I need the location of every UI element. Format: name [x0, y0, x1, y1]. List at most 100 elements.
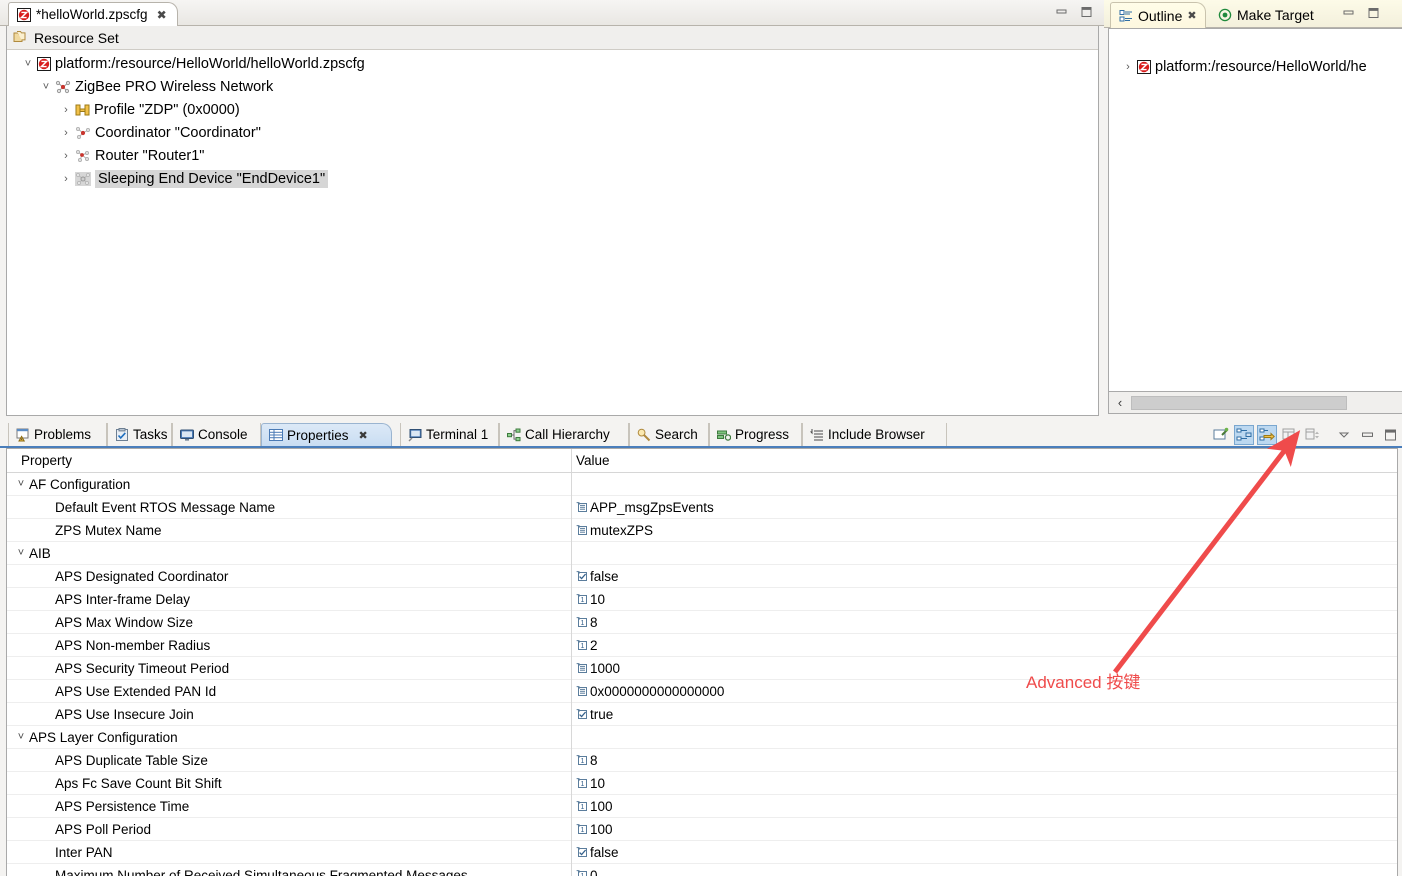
property-row[interactable]: Default Event RTOS Message Name APP_msgZp… [7, 495, 1397, 519]
view-menu-icon[interactable] [1334, 425, 1354, 445]
editor-tab-zpscfg[interactable]: *helloWorld.zpscfg ✖ [8, 2, 178, 26]
property-group-row[interactable]: ˅ AF Configuration [7, 472, 1397, 496]
close-icon[interactable]: ✖ [359, 429, 368, 442]
column-header-value[interactable]: Value [572, 453, 1397, 468]
property-name-cell[interactable]: APS Duplicate Table Size [7, 753, 571, 768]
scrollbar-thumb[interactable] [1131, 395, 1347, 410]
property-name-cell[interactable]: ˅ APS Layer Configuration [7, 730, 571, 745]
property-name-cell[interactable]: Maximum Number of Received Simultaneous … [7, 868, 571, 876]
restore-default-value-icon[interactable] [1280, 425, 1300, 445]
property-row[interactable]: Aps Fc Save Count Bit Shift 1 10 [7, 771, 1397, 795]
property-name-cell[interactable]: ˅ AIB [7, 546, 571, 561]
outline-row-platform-resource[interactable]: › platform:/resource/HelloWorld/he [1109, 55, 1402, 79]
property-value-cell[interactable]: mutexZPS [572, 523, 1397, 538]
property-name-cell[interactable]: APS Max Window Size [7, 615, 571, 630]
property-value-cell[interactable]: 1 10 [572, 776, 1397, 791]
property-name-cell[interactable]: APS Security Timeout Period [7, 661, 571, 676]
tab-properties[interactable]: Properties ✖ [261, 423, 392, 446]
close-icon[interactable]: ✖ [1187, 9, 1196, 22]
tab-call-hierarchy[interactable]: Call Hierarchy [499, 423, 629, 446]
property-value-cell[interactable]: 12 [572, 638, 1397, 653]
tab-outline[interactable]: Outline ✖ [1110, 2, 1206, 28]
property-row[interactable]: APS Duplicate Table Size 1 8 [7, 748, 1397, 772]
column-header-property[interactable]: Property [7, 453, 571, 468]
scroll-left-icon[interactable]: ‹ [1109, 395, 1131, 410]
property-name-cell[interactable]: Inter PAN [7, 845, 571, 860]
minimize-icon[interactable] [1342, 7, 1355, 19]
property-row[interactable]: APS Non-member Radius 1 2 [7, 633, 1397, 657]
property-row[interactable]: Maximum Number of Received Simultaneous … [7, 863, 1397, 876]
property-row[interactable]: APS Designated Coordinator false [7, 564, 1397, 588]
property-value-cell[interactable]: 1 100 [572, 822, 1397, 837]
tree-row-coordinator[interactable]: › Coordinator "Coordinator" [7, 121, 1098, 144]
tree-row-platform-resource[interactable]: ˅ platform:/resource/HelloWorld/helloWor… [7, 52, 1098, 75]
show-advanced-properties-icon[interactable] [1257, 425, 1277, 445]
table-body[interactable]: ˅ AF Configuration Default Event RTOS Mess… [7, 472, 1397, 876]
tab-make-target[interactable]: Make Target [1210, 2, 1322, 28]
chevron-right-icon[interactable]: › [59, 127, 73, 139]
property-value-cell[interactable]: true [572, 707, 1397, 722]
property-name-cell[interactable]: Default Event RTOS Message Name [7, 500, 571, 515]
property-row[interactable]: APS Use Insecure Join true [7, 702, 1397, 726]
outline-content[interactable]: › platform:/resource/HelloWorld/he [1108, 28, 1402, 392]
property-name-cell[interactable]: APS Use Extended PAN Id [7, 684, 571, 699]
chevron-right-icon[interactable]: › [1121, 61, 1135, 73]
tree-row-zigbee-pro-wireless-network[interactable]: ˅ ZigBee PRO Wireless Network [7, 75, 1098, 98]
chevron-down-icon[interactable]: ˅ [21, 58, 35, 70]
tab-console[interactable]: Console [172, 423, 261, 446]
property-name-cell[interactable]: Aps Fc Save Count Bit Shift [7, 776, 571, 791]
property-name-cell[interactable]: APS Non-member Radius [7, 638, 571, 653]
minimize-icon[interactable] [1357, 425, 1377, 445]
chevron-down-icon[interactable]: ˅ [13, 478, 29, 490]
outline-horizontal-scrollbar[interactable]: ‹ [1108, 392, 1402, 414]
pin-to-selection-icon[interactable] [1211, 425, 1231, 445]
property-name-cell[interactable]: APS Persistence Time [7, 799, 571, 814]
property-row[interactable]: ZPS Mutex Name mutexZPS [7, 518, 1397, 542]
tab-include-browser[interactable]: Include Browser [802, 423, 947, 446]
property-value-cell[interactable]: false [572, 569, 1397, 584]
property-name-cell[interactable]: ZPS Mutex Name [7, 523, 571, 538]
tree-row-profile-zdp[interactable]: › Profile "ZDP" (0x0000) [7, 98, 1098, 121]
property-name-cell[interactable]: APS Poll Period [7, 822, 571, 837]
tab-problems[interactable]: Problems [8, 423, 107, 446]
chevron-down-icon[interactable]: ˅ [39, 81, 53, 93]
zigbee-model-tree[interactable]: ˅ platform:/resource/HelloWorld/helloWor… [7, 50, 1098, 190]
close-icon[interactable]: ✖ [157, 8, 167, 22]
property-name-cell[interactable]: ˅ AF Configuration [7, 477, 571, 492]
tab-progress[interactable]: Progress [709, 423, 802, 446]
property-value-cell[interactable]: APP_msgZpsEvents [572, 500, 1397, 515]
property-value-cell[interactable]: 18 [572, 753, 1397, 768]
property-name-cell[interactable]: APS Use Insecure Join [7, 707, 571, 722]
tree-row-sleeping-end-device[interactable]: › Sleeping End Device "EndDevice1" [7, 167, 1098, 190]
properties-table[interactable]: Property Value ˅ AF Configuration Default … [6, 448, 1398, 876]
tab-search[interactable]: Search [629, 423, 709, 446]
property-row[interactable]: Inter PAN false [7, 840, 1397, 864]
property-group-row[interactable]: ˅ APS Layer Configuration [7, 725, 1397, 749]
property-value-cell[interactable]: 1 10 [572, 592, 1397, 607]
property-row[interactable]: APS Max Window Size 1 8 [7, 610, 1397, 634]
property-value-cell[interactable]: 10 [572, 868, 1397, 876]
property-value-cell[interactable]: 1000 [572, 661, 1397, 676]
chevron-right-icon[interactable]: › [59, 150, 73, 162]
property-row[interactable]: APS Poll Period 1 100 [7, 817, 1397, 841]
tab-tasks[interactable]: Tasks [107, 423, 172, 446]
copy-property-icon[interactable] [1303, 425, 1323, 445]
maximize-icon[interactable] [1367, 7, 1380, 19]
property-row[interactable]: APS Persistence Time 1 100 [7, 794, 1397, 818]
property-name-cell[interactable]: APS Inter-frame Delay [7, 592, 571, 607]
property-value-cell[interactable]: false [572, 845, 1397, 860]
maximize-icon[interactable] [1080, 6, 1093, 18]
property-value-cell[interactable]: 1 100 [572, 799, 1397, 814]
property-row[interactable]: APS Inter-frame Delay 1 10 [7, 587, 1397, 611]
property-value-cell[interactable]: 0x0000000000000000 [572, 684, 1397, 699]
tab-terminal-1[interactable]: Terminal 1 [400, 423, 499, 446]
minimize-icon[interactable] [1055, 6, 1068, 18]
chevron-down-icon[interactable]: ˅ [13, 731, 29, 743]
chevron-right-icon[interactable]: › [59, 173, 73, 185]
chevron-down-icon[interactable]: ˅ [13, 547, 29, 559]
property-group-row[interactable]: ˅ AIB [7, 541, 1397, 565]
property-row[interactable]: APS Use Extended PAN Id 0x000000000000000… [7, 679, 1397, 703]
show-categories-icon[interactable] [1234, 425, 1254, 445]
tree-row-router[interactable]: › Router "Router1" [7, 144, 1098, 167]
property-name-cell[interactable]: APS Designated Coordinator [7, 569, 571, 584]
